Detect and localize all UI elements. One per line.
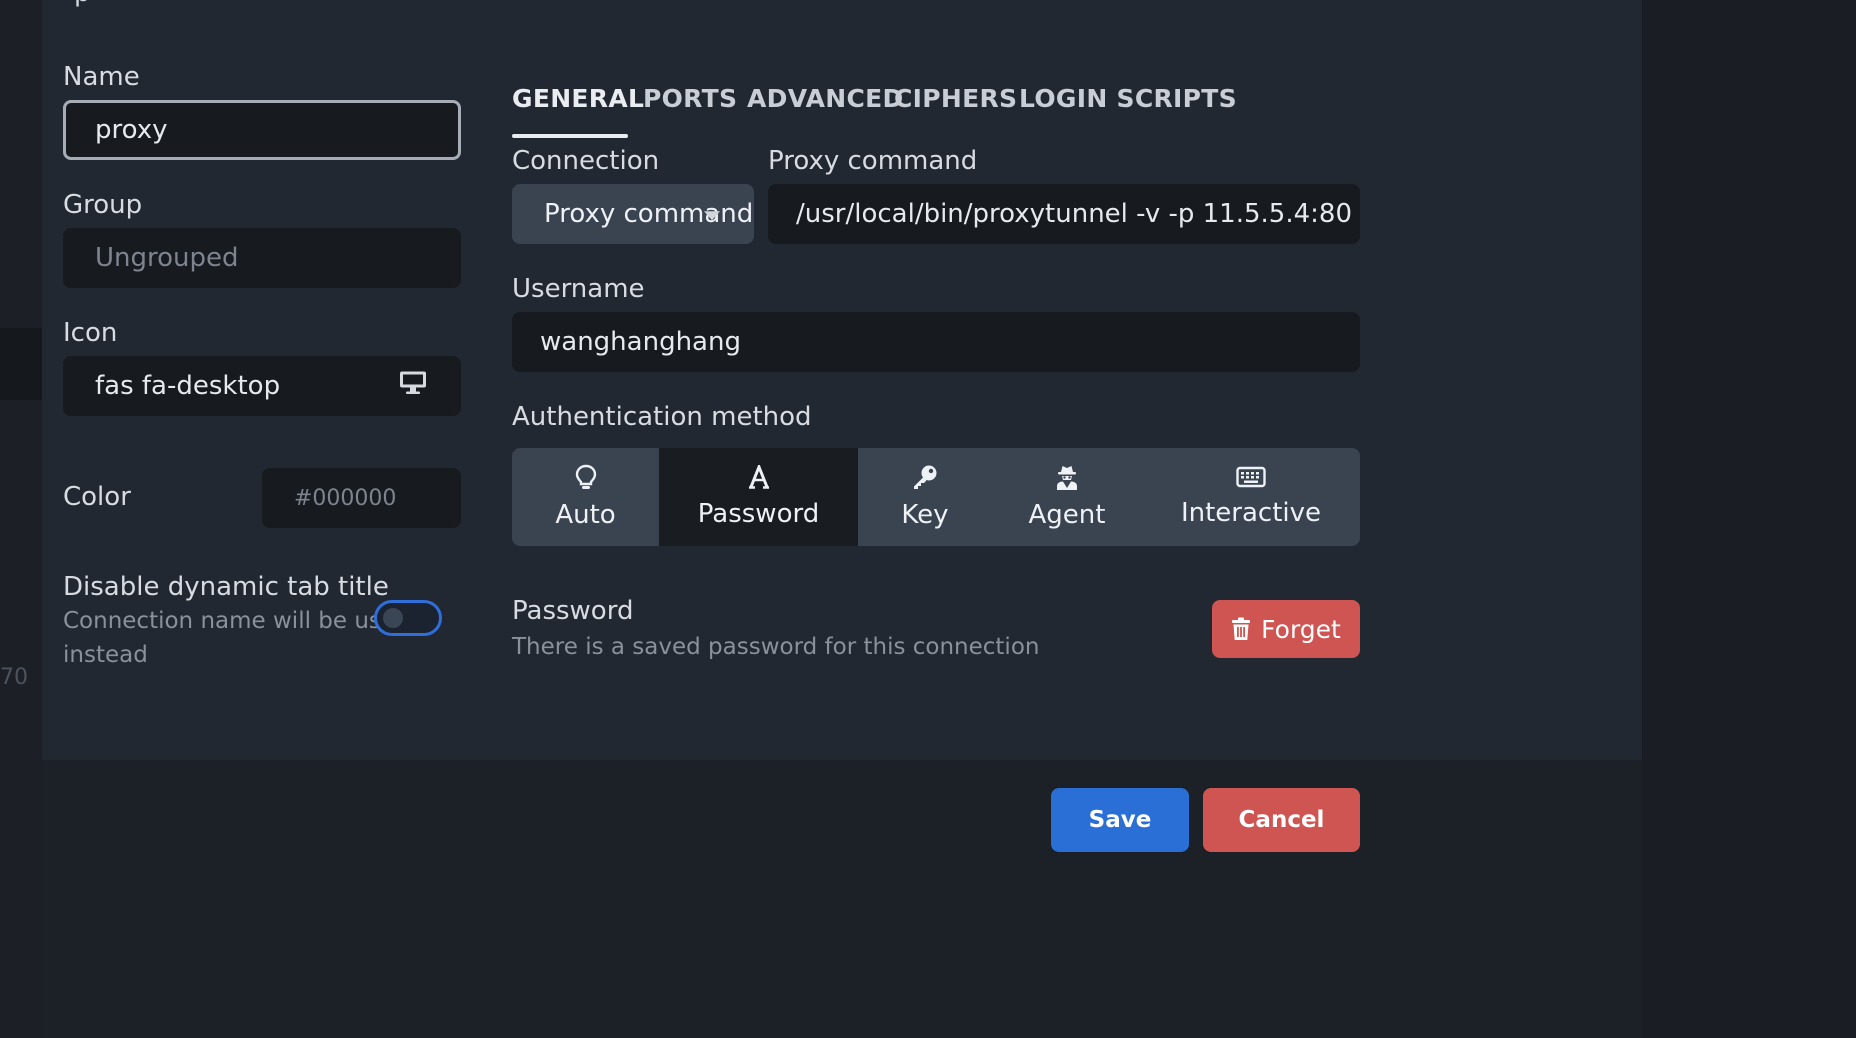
auth-agent-button[interactable]: Agent bbox=[992, 448, 1142, 546]
background-app-row bbox=[0, 328, 42, 400]
auth-key-label: Key bbox=[901, 500, 949, 530]
username-value: wanghanghang bbox=[540, 327, 741, 357]
dynamic-title-description-2: instead bbox=[63, 642, 148, 668]
icon-label: Icon bbox=[63, 318, 118, 348]
proxy-command-value: /usr/local/bin/proxytunnel -v -p 11.5.5.… bbox=[796, 199, 1360, 229]
connection-label: Connection bbox=[512, 146, 660, 176]
color-input[interactable]: #000000 bbox=[262, 468, 461, 528]
icon-input[interactable]: fas fa-desktop bbox=[63, 356, 461, 416]
key-icon bbox=[914, 465, 937, 489]
edit-profile-modal: p Name proxy Group Ungrouped Icon fas fa… bbox=[42, 0, 1642, 1038]
forget-button-label: Forget bbox=[1261, 614, 1341, 644]
modal-title-fragment: p bbox=[74, 0, 91, 8]
keyboard-icon bbox=[1236, 466, 1266, 488]
name-input-value: proxy bbox=[95, 115, 168, 145]
forget-password-button[interactable]: Forget bbox=[1212, 600, 1360, 658]
connection-select[interactable]: Proxy command bbox=[512, 184, 754, 244]
proxy-command-label: Proxy command bbox=[768, 146, 978, 176]
name-label: Name bbox=[63, 62, 140, 92]
color-label: Color bbox=[63, 482, 131, 512]
font-icon bbox=[748, 465, 769, 489]
connection-select-value: Proxy command bbox=[544, 199, 754, 229]
username-input[interactable]: wanghanghang bbox=[512, 312, 1360, 372]
auth-password-button[interactable]: Password bbox=[659, 448, 858, 546]
color-input-placeholder: #000000 bbox=[294, 485, 397, 511]
trash-icon bbox=[1232, 617, 1251, 640]
group-input-placeholder: Ungrouped bbox=[95, 243, 239, 273]
tab-ciphers[interactable]: CIPHERS bbox=[894, 84, 1017, 113]
auth-interactive-label: Interactive bbox=[1180, 498, 1322, 528]
tab-advanced[interactable]: ADVANCED bbox=[747, 84, 904, 113]
user-secret-icon bbox=[1057, 466, 1077, 490]
auth-method-label: Authentication method bbox=[512, 402, 812, 432]
modal-footer bbox=[42, 760, 1642, 1038]
auth-interactive-button[interactable]: Interactive bbox=[1142, 448, 1360, 546]
tab-general[interactable]: GENERAL bbox=[512, 84, 644, 113]
auth-password-label: Password bbox=[697, 499, 820, 529]
toggle-knob bbox=[383, 608, 403, 628]
icon-input-value: fas fa-desktop bbox=[95, 371, 281, 401]
auth-auto-button[interactable]: Auto bbox=[512, 448, 659, 546]
dynamic-title-label: Disable dynamic tab title bbox=[63, 572, 389, 602]
background-line-number: 70 bbox=[0, 665, 28, 690]
chevron-down-icon bbox=[704, 211, 720, 221]
username-label: Username bbox=[512, 274, 645, 304]
name-input[interactable]: proxy bbox=[63, 100, 461, 160]
password-description: There is a saved password for this conne… bbox=[512, 634, 1040, 660]
group-label: Group bbox=[63, 190, 143, 220]
lightbulb-icon bbox=[575, 464, 596, 489]
cancel-button-label: Cancel bbox=[1238, 807, 1325, 833]
cancel-button[interactable]: Cancel bbox=[1203, 788, 1360, 852]
tab-ports[interactable]: PORTS bbox=[643, 84, 737, 113]
auth-agent-label: Agent bbox=[1028, 500, 1106, 530]
group-input[interactable]: Ungrouped bbox=[63, 228, 461, 288]
proxy-command-input[interactable]: /usr/local/bin/proxytunnel -v -p 11.5.5.… bbox=[768, 184, 1360, 244]
dynamic-title-description-1: Connection name will be used bbox=[63, 608, 410, 634]
background-app-right bbox=[1642, 0, 1856, 1038]
auth-key-button[interactable]: Key bbox=[858, 448, 992, 546]
dynamic-title-toggle[interactable] bbox=[374, 600, 442, 636]
save-button[interactable]: Save bbox=[1051, 788, 1189, 852]
password-label: Password bbox=[512, 596, 634, 626]
background-app-left bbox=[0, 0, 42, 1038]
tab-login-scripts[interactable]: LOGIN SCRIPTS bbox=[1019, 84, 1237, 113]
auth-auto-label: Auto bbox=[555, 500, 616, 530]
auth-method-group: Auto Password Key Agent Interactive bbox=[512, 448, 1360, 546]
desktop-icon bbox=[399, 371, 427, 402]
active-tab-indicator bbox=[512, 134, 628, 138]
save-button-label: Save bbox=[1088, 807, 1152, 833]
